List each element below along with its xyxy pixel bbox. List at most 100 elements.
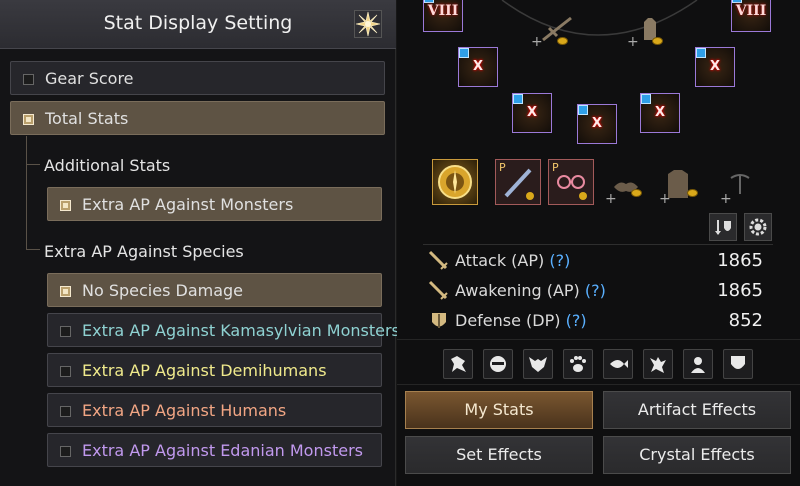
pearl-badge: P xyxy=(552,161,559,174)
enhance-glow-icon xyxy=(641,94,651,104)
total-stats-checkbox[interactable] xyxy=(23,114,34,125)
sword-icon xyxy=(428,250,448,270)
attack-stat-row: Attack (AP) (?) 1865 xyxy=(427,249,767,273)
demihumans-option[interactable]: Extra AP Against Demihumans xyxy=(47,353,382,387)
armor-icon[interactable] xyxy=(663,168,693,202)
extra-ap-monsters-checkbox[interactable] xyxy=(60,200,71,211)
plus-icon: + xyxy=(627,34,639,50)
demihumans-checkbox[interactable] xyxy=(60,366,71,377)
help-icon[interactable]: (?) xyxy=(585,281,606,300)
human-icon xyxy=(691,357,705,373)
humans-checkbox[interactable] xyxy=(60,406,71,417)
accessory-slot-earring-left[interactable]: X xyxy=(512,93,552,133)
shield-sort-icon xyxy=(715,220,731,235)
coin-icon xyxy=(652,37,663,45)
additional-stats-title: Additional Stats xyxy=(44,156,171,175)
divider xyxy=(423,244,773,245)
accessory-slot-earring-right[interactable]: X xyxy=(640,93,680,133)
gear-slot-shoes[interactable]: VIII xyxy=(731,0,771,32)
gear-score-checkbox[interactable] xyxy=(23,74,34,85)
coin-icon xyxy=(687,189,698,197)
extra-ap-monsters-option[interactable]: Extra AP Against Monsters xyxy=(47,187,382,221)
divider xyxy=(397,339,800,340)
help-icon[interactable]: (?) xyxy=(566,311,587,330)
gear-slot-gloves[interactable]: VIII xyxy=(423,0,463,32)
set-effects-button[interactable]: Set Effects xyxy=(405,436,593,474)
demihumans-label: Extra AP Against Demihumans xyxy=(82,361,327,380)
sort-defense-button[interactable] xyxy=(709,213,737,241)
panel-header: Stat Display Setting xyxy=(0,0,396,49)
shield-icon xyxy=(731,356,745,369)
total-stats-option[interactable]: Total Stats xyxy=(10,101,385,135)
fish-icon xyxy=(610,360,628,368)
enhance-glow-icon xyxy=(459,48,469,58)
lantern-slot[interactable]: P xyxy=(495,159,541,205)
defense-label: Defense (DP) (?) xyxy=(455,311,587,330)
crystal-effects-button[interactable]: Crystal Effects xyxy=(603,436,791,474)
fishmen-filter-button[interactable] xyxy=(603,349,633,379)
no-species-damage-option[interactable]: No Species Damage xyxy=(47,273,382,307)
defense-stat-row: Defense (DP) (?) 852 xyxy=(427,309,767,333)
goblin-icon xyxy=(650,357,666,373)
awakening-label: Awakening (AP) (?) xyxy=(455,281,606,300)
defense-filter-button[interactable] xyxy=(723,349,753,379)
goblin-filter-button[interactable] xyxy=(643,349,673,379)
enhance-glow-icon xyxy=(696,48,706,58)
pearl-badge: P xyxy=(499,161,506,174)
accessory-slot-belt[interactable]: X xyxy=(577,104,617,144)
extra-ap-monsters-label: Extra AP Against Monsters xyxy=(82,195,294,214)
enhance-level: X xyxy=(709,59,721,74)
kamasylvian-option[interactable]: Extra AP Against Kamasylvian Monsters xyxy=(47,313,400,347)
gear-score-option[interactable]: Gear Score xyxy=(10,61,385,95)
coin-icon xyxy=(631,189,642,197)
alchemy-stone-icon xyxy=(438,165,472,199)
awakening-stat-row: Awakening (AP) (?) 1865 xyxy=(427,279,767,303)
settings-button[interactable] xyxy=(744,213,772,241)
gear-icon xyxy=(749,218,767,236)
tree-connector xyxy=(26,249,40,250)
humans-label: Extra AP Against Humans xyxy=(82,401,287,420)
demon-filter-button[interactable] xyxy=(523,349,553,379)
extra-ap-species-title: Extra AP Against Species xyxy=(44,242,244,261)
kamasylvian-checkbox[interactable] xyxy=(60,326,71,337)
no-species-damage-checkbox[interactable] xyxy=(60,286,71,297)
artifact-effects-button[interactable]: Artifact Effects xyxy=(603,391,791,429)
demihuman-mask-icon xyxy=(490,356,506,372)
panel-title: Stat Display Setting xyxy=(103,12,293,34)
awakening-value: 1865 xyxy=(717,280,763,301)
accessory-slot-ring-right[interactable]: X xyxy=(695,47,735,87)
my-stats-button[interactable]: My Stats xyxy=(405,391,593,429)
character-equipment-panel: VIII VIII + + X X X X X P P + + + Attack… xyxy=(397,0,800,486)
defense-value: 852 xyxy=(728,310,763,331)
coin-icon xyxy=(557,37,568,45)
humans-option[interactable]: Extra AP Against Humans xyxy=(47,393,382,427)
enhance-level: X xyxy=(654,105,666,120)
enhance-level: VIII xyxy=(427,3,459,19)
pickaxe-icon[interactable] xyxy=(727,170,753,196)
paw-icon xyxy=(570,356,586,372)
lips-icon[interactable] xyxy=(611,172,641,202)
no-species-damage-label: No Species Damage xyxy=(82,281,244,300)
accessory-slot-ring-left[interactable]: X xyxy=(458,47,498,87)
beast-filter-button[interactable] xyxy=(563,349,593,379)
flower-emblem-icon[interactable] xyxy=(354,10,382,38)
human-filter-button[interactable] xyxy=(683,349,713,379)
edanian-checkbox[interactable] xyxy=(60,446,71,457)
edanian-label: Extra AP Against Edanian Monsters xyxy=(82,441,363,460)
edanian-option[interactable]: Extra AP Against Edanian Monsters xyxy=(47,433,382,467)
alchemy-stone-slot[interactable] xyxy=(432,159,478,205)
enhance-glow-icon xyxy=(513,94,523,104)
gear-score-label: Gear Score xyxy=(45,69,134,88)
kamasylvian-label: Extra AP Against Kamasylvian Monsters xyxy=(82,321,400,340)
stat-display-setting-panel: Stat Display Setting Gear Score Total St… xyxy=(0,0,400,486)
enhance-level: X xyxy=(526,105,538,120)
sword-icon xyxy=(428,280,448,300)
attack-label: Attack (AP) (?) xyxy=(455,251,571,270)
enhance-level: X xyxy=(591,116,603,131)
kamasylvian-filter-button[interactable] xyxy=(443,349,473,379)
shield-icon xyxy=(432,313,446,328)
help-icon[interactable]: (?) xyxy=(549,251,570,270)
kamasylvian-icon xyxy=(451,356,466,372)
demihuman-filter-button[interactable] xyxy=(483,349,513,379)
glasses-slot[interactable]: P xyxy=(548,159,594,205)
